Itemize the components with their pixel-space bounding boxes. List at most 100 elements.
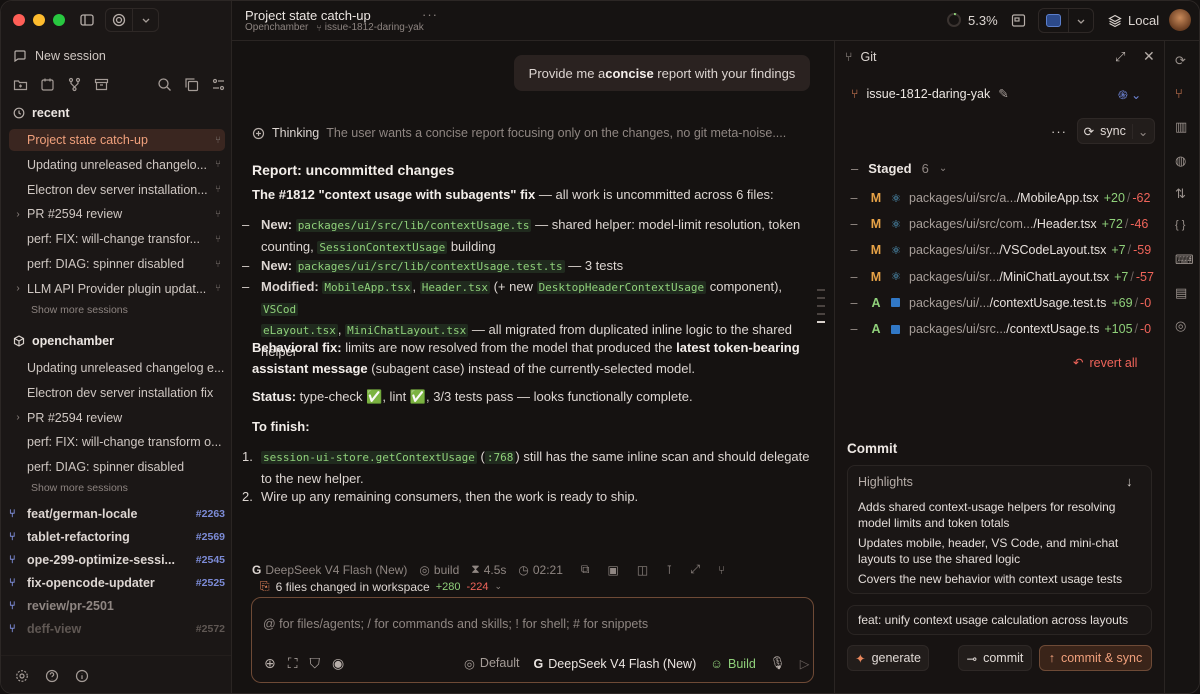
- staged-file-row[interactable]: – Apackages/ui/src.../contextUsage.ts +105…: [847, 318, 1157, 340]
- info-icon[interactable]: [75, 669, 89, 683]
- sidebar-session-item[interactable]: › LLM API Provider plugin updat... ⑂: [9, 278, 225, 300]
- unstage-icon[interactable]: –: [847, 191, 861, 205]
- mode-selector[interactable]: ☺ Build: [710, 657, 756, 671]
- chevron-right-icon[interactable]: ›: [9, 209, 27, 220]
- scroll-minimap[interactable]: [817, 289, 825, 323]
- worktree-item[interactable]: ⑂ deff-view #2572: [9, 619, 225, 639]
- revert-all-button[interactable]: ↶ revert all: [1073, 355, 1137, 371]
- globe-icon[interactable]: ◎: [1175, 318, 1193, 336]
- chevron-right-icon[interactable]: ›: [9, 283, 27, 294]
- chevron-right-icon[interactable]: ›: [9, 412, 27, 423]
- maximize-window-button[interactable]: [53, 14, 65, 26]
- search-icon[interactable]: [157, 77, 172, 92]
- generate-button[interactable]: ✦ generate: [847, 645, 929, 671]
- unstage-icon[interactable]: –: [847, 270, 861, 284]
- runtime-selector[interactable]: Local: [1108, 13, 1159, 28]
- new-session-button[interactable]: New session: [13, 49, 106, 63]
- thinking-block[interactable]: Thinking The user wants a concise report…: [252, 126, 786, 140]
- add-attachment-icon[interactable]: ⊕: [264, 655, 276, 672]
- sidebar-session-item[interactable]: Electron dev server installation... ⑂: [9, 179, 225, 201]
- sidebar-session-item[interactable]: perf: FIX: will-change transfor... ⑂: [9, 228, 225, 250]
- open-in-editor-button[interactable]: [1038, 8, 1094, 33]
- pr-number[interactable]: #2569: [196, 531, 225, 543]
- edit-icon[interactable]: ✎: [998, 86, 1008, 101]
- filter-icon[interactable]: [211, 77, 226, 92]
- recent-section-header[interactable]: recent: [13, 106, 70, 120]
- pin-icon[interactable]: ⊺: [666, 563, 672, 577]
- commit-button[interactable]: ⊸ commit: [958, 645, 1032, 671]
- microphone-icon[interactable]: 🎙︎: [770, 656, 786, 671]
- project-switcher[interactable]: [105, 8, 159, 32]
- expand-panel-icon[interactable]: ⤢: [1115, 49, 1125, 65]
- fingerprint-icon[interactable]: ֍ ⌄: [1118, 86, 1141, 103]
- help-icon[interactable]: [45, 669, 59, 683]
- sidebar-session-item[interactable]: › PR #2594 review: [9, 407, 225, 429]
- sidebar-session-item[interactable]: Updating unreleased changelo... ⑂: [9, 154, 225, 176]
- sidebar-session-item[interactable]: perf: FIX: will-change transform o...: [9, 431, 225, 453]
- sidebar-session-item[interactable]: › PR #2594 review ⑂: [9, 203, 225, 225]
- pr-number[interactable]: #2572: [196, 623, 225, 635]
- worktree-item[interactable]: ⑂ fix-opencode-updater #2525: [9, 573, 225, 593]
- changes-summary[interactable]: ⎘ 6 files changed in workspace +280 -224…: [260, 579, 502, 594]
- worktree-item[interactable]: ⑂ tablet-refactoring #2569: [9, 527, 225, 547]
- sync-button[interactable]: ⟳ sync ⌄: [1077, 118, 1155, 144]
- commit-and-sync-button[interactable]: ↑ commit & sync: [1039, 645, 1152, 671]
- copy-icon[interactable]: ⧉: [581, 562, 590, 577]
- sidebar-session-item[interactable]: perf: DIAG: spinner disabled ⑂: [9, 253, 225, 275]
- copy-icon[interactable]: [184, 77, 199, 92]
- variant-selector[interactable]: ◎ Default: [464, 656, 520, 671]
- worktree-icon[interactable]: [67, 77, 82, 92]
- braces-icon[interactable]: { }: [1175, 219, 1193, 237]
- staged-file-row[interactable]: – M ⚛ packages/ui/src/a.../MobileApp.tsx +20…: [847, 187, 1157, 209]
- minimize-window-button[interactable]: [33, 14, 45, 26]
- pr-number[interactable]: #2525: [196, 577, 225, 589]
- staged-file-row[interactable]: – Apackages/ui/.../contextUsage.test.ts +6…: [847, 292, 1157, 314]
- sidebar-toggle-icon[interactable]: [79, 12, 95, 28]
- worktree-item[interactable]: ⑂ ope-299-optimize-sessi... #2545: [9, 550, 225, 570]
- terminal-panel-icon[interactable]: [1011, 13, 1026, 28]
- worktree-item[interactable]: ⑂ feat/german-locale #2263: [9, 504, 225, 524]
- pr-number[interactable]: #2263: [196, 508, 225, 520]
- sidebar-session-item[interactable]: perf: DIAG: spinner disabled: [9, 456, 225, 478]
- more-options-icon[interactable]: ···: [422, 7, 438, 22]
- chat-input-box[interactable]: @ for files/agents; / for commands and s…: [251, 597, 814, 683]
- staged-section-header[interactable]: – Staged 6 ⌄: [851, 161, 947, 176]
- settings-icon[interactable]: [15, 669, 29, 683]
- close-icon[interactable]: ✕: [1143, 48, 1155, 65]
- shield-icon[interactable]: ⛉: [310, 655, 321, 672]
- github-icon[interactable]: ◍: [1175, 153, 1193, 171]
- new-folder-icon[interactable]: [13, 77, 28, 92]
- branch-selector[interactable]: ⑂ issue-1812-daring-yak ✎: [851, 86, 1009, 102]
- send-icon[interactable]: ▷: [800, 656, 810, 671]
- image-icon[interactable]: ▣: [607, 563, 618, 577]
- context-usage[interactable]: 5.3%: [946, 12, 998, 28]
- show-more-sessions-link-2[interactable]: Show more sessions: [31, 482, 128, 494]
- preview-icon[interactable]: ▤: [1175, 285, 1193, 303]
- git-branch-icon[interactable]: ⑂: [1175, 86, 1193, 104]
- unstage-icon[interactable]: –: [847, 296, 861, 310]
- terminal-icon[interactable]: ⌨: [1175, 252, 1194, 270]
- commit-message-input[interactable]: feat: unify context usage calculation ac…: [847, 605, 1152, 635]
- sidebar-session-item[interactable]: Updating unreleased changelog e...: [9, 357, 225, 379]
- unstage-icon[interactable]: –: [847, 243, 861, 257]
- sidebar-session-item[interactable]: Project state catch-up ⑂: [9, 129, 225, 151]
- staged-file-row[interactable]: – M ⚛ packages/ui/sr.../MiniChatLayout.tsx +…: [847, 266, 1157, 288]
- worktree-item[interactable]: ⑂ review/pr-2501: [9, 596, 225, 616]
- unstage-icon[interactable]: –: [847, 217, 861, 231]
- unstage-icon[interactable]: –: [847, 322, 861, 336]
- close-window-button[interactable]: [13, 14, 25, 26]
- refresh-icon[interactable]: ⟳: [1175, 53, 1193, 71]
- staged-file-row[interactable]: – M ⚛ packages/ui/src/com.../Header.tsx +72/…: [847, 213, 1157, 235]
- staged-file-row[interactable]: – M ⚛ packages/ui/sr.../VSCodeLayout.tsx +7/…: [847, 239, 1157, 261]
- pr-number[interactable]: #2545: [196, 554, 225, 566]
- fork-icon[interactable]: ⑂: [718, 563, 725, 577]
- chat-input-placeholder[interactable]: @ for files/agents; / for commands and s…: [263, 617, 648, 631]
- export-icon[interactable]: ⤢: [690, 562, 700, 577]
- panel-icon[interactable]: ◫: [637, 563, 648, 577]
- avatar[interactable]: [1169, 9, 1191, 31]
- more-options-icon[interactable]: ···: [1051, 124, 1067, 139]
- agent-icon[interactable]: ◉: [332, 655, 344, 672]
- diff-icon[interactable]: ⇅: [1175, 186, 1193, 204]
- expand-icon[interactable]: ⛶: [288, 655, 298, 672]
- schedule-icon[interactable]: [40, 77, 55, 92]
